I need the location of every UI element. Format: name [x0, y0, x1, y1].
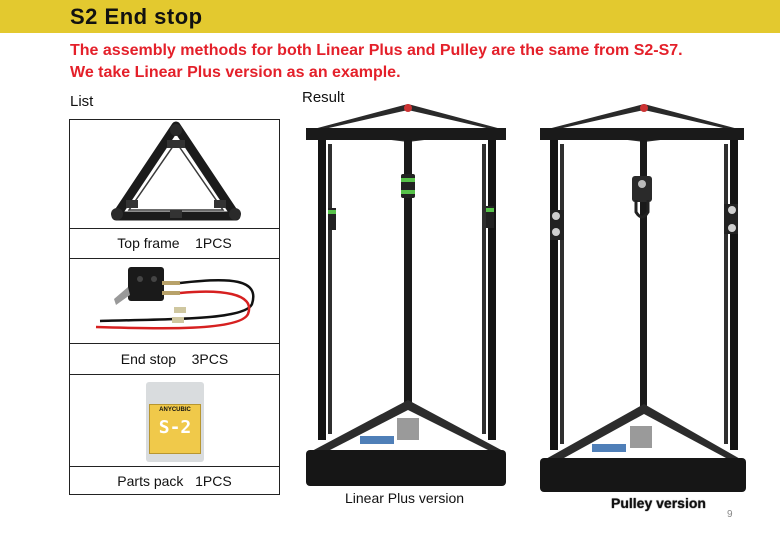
top-frame-row: Top frame 1PCS	[70, 229, 279, 259]
end-stop-qty: 3PCS	[191, 351, 229, 367]
top-frame-name: Top frame	[117, 235, 180, 251]
parts-pack-name: Parts pack	[117, 473, 184, 489]
parts-bag-icon: ANYCUBIC S-2	[146, 382, 204, 462]
linear-plus-frame-image	[306, 104, 506, 486]
end-stop-image-cell	[70, 259, 279, 344]
linear-plus-caption: Linear Plus version	[345, 490, 465, 506]
notice-line-1: The assembly methods for both Linear Plu…	[70, 42, 683, 59]
parts-bag-label: ANYCUBIC S-2	[149, 404, 201, 454]
parts-pack-qty: 1PCS	[195, 473, 232, 489]
top-frame-qty: 1PCS	[195, 235, 232, 251]
pack-brand: ANYCUBIC	[159, 407, 191, 413]
parts-pack-image-cell: ANYCUBIC S-2	[70, 375, 279, 467]
notice-line-2: We take Linear Plus version as an exampl…	[70, 64, 401, 81]
top-frame-image-cell	[70, 120, 279, 229]
pulley-caption: Pulley version	[611, 495, 706, 511]
section-title: S2 End stop	[70, 4, 203, 29]
end-stop-row: End stop 3PCS	[70, 344, 279, 375]
pack-code: S-2	[158, 417, 192, 438]
parts-table: Top frame 1PCS End stop 3PCS ANYCUBIC S-…	[69, 119, 280, 495]
triangle-frame-icon	[111, 121, 241, 221]
end-stop-name: End stop	[120, 351, 177, 367]
endstop-switch-icon	[95, 267, 255, 330]
parts-pack-row: Parts pack 1PCS	[70, 467, 279, 495]
notice-text: The assembly methods for both Linear Plu…	[70, 40, 770, 84]
page-number: 9	[727, 509, 733, 520]
pulley-frame-image	[540, 104, 746, 492]
list-label: List	[70, 93, 94, 110]
